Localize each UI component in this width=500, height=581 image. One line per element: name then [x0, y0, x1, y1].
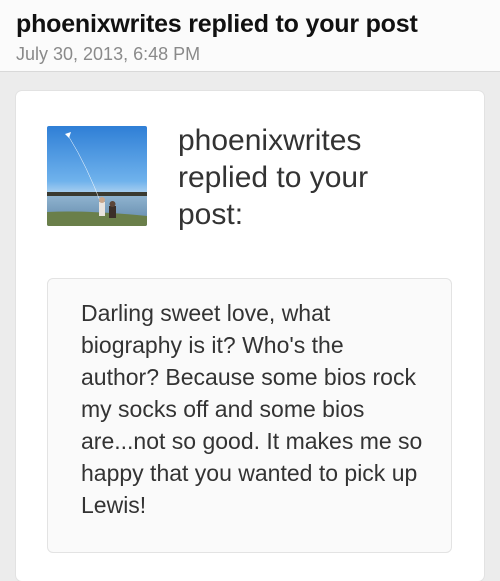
avatar[interactable] [47, 126, 147, 226]
notification-date: July 30, 2013, 6:48 PM [16, 44, 201, 64]
notification-header: phoenixwrites replied to your post July … [0, 0, 500, 72]
reply-heading: phoenixwrites replied to your post: [178, 124, 369, 231]
reply-card: phoenixwrites replied to your post: Darl… [16, 91, 484, 581]
reply-text: Darling sweet love, what biography is it… [81, 300, 423, 518]
reply-quote: Darling sweet love, what biography is it… [47, 278, 452, 553]
kite-photo-avatar-icon [47, 126, 147, 226]
notification-title: phoenixwrites replied to your post [16, 10, 418, 38]
